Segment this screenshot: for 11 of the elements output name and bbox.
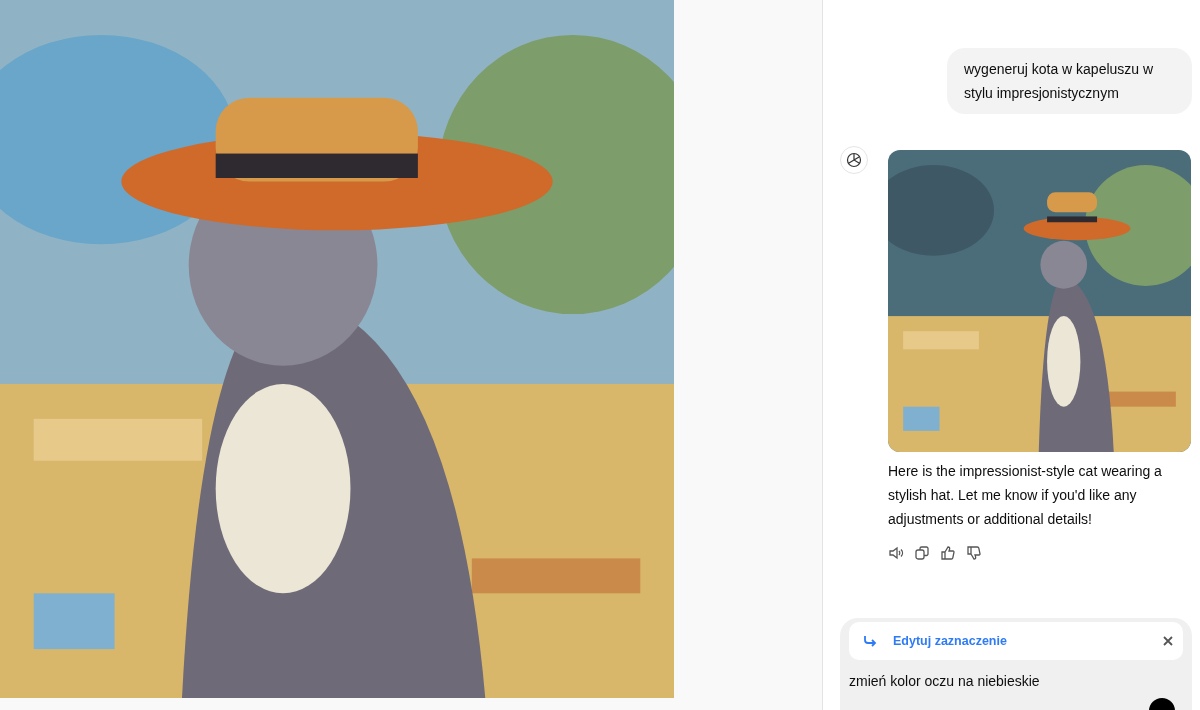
close-icon[interactable] <box>1163 636 1173 646</box>
message-field[interactable]: zmień kolor oczu na niebieskie <box>849 672 1169 690</box>
user-message: wygeneruj kota w kapeluszu w stylu impresjonistycznym <box>947 48 1192 114</box>
thumbs-down-icon[interactable] <box>966 545 982 561</box>
copy-icon[interactable] <box>914 545 930 561</box>
return-arrow-icon <box>863 635 877 647</box>
assistant-message: Here is the impressionist-style cat wearing a stylish hat. Let me know if you'd like any adjustments or additional details! <box>888 462 1163 529</box>
speaker-icon[interactable] <box>888 545 904 561</box>
selection-label: Edytuj zaznaczenie <box>893 634 1008 648</box>
logo-icon <box>846 152 862 168</box>
thumbs-up-icon[interactable] <box>940 545 956 561</box>
